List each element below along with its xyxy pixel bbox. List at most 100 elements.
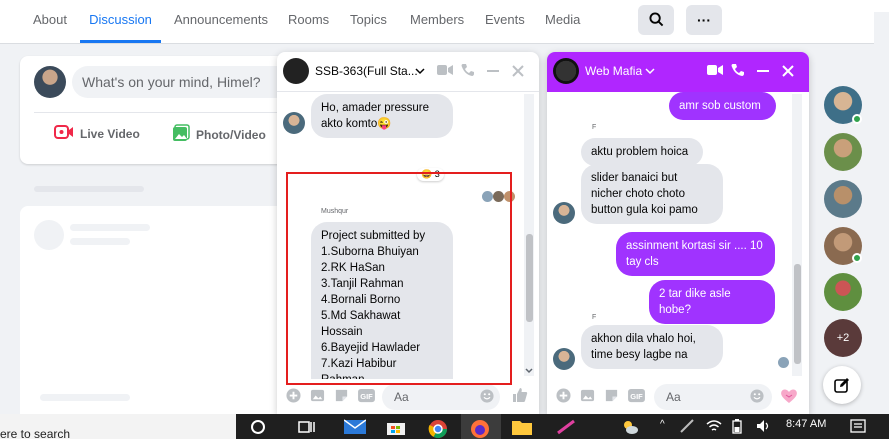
search-button[interactable] xyxy=(638,5,674,35)
live-video-button[interactable]: Live Video xyxy=(54,124,140,144)
page-scrollbar[interactable] xyxy=(874,12,889,412)
search-icon xyxy=(648,12,663,27)
scrollbar-thumb[interactable] xyxy=(794,264,801,364)
scroll-down-icon[interactable] xyxy=(525,368,533,374)
like-icon[interactable] xyxy=(512,387,528,403)
image-icon[interactable] xyxy=(580,388,595,403)
loading-line xyxy=(70,224,150,231)
battery-icon[interactable] xyxy=(732,419,742,434)
wifi-icon[interactable] xyxy=(706,419,722,433)
plus-icon[interactable] xyxy=(556,388,571,403)
seen-avatar xyxy=(778,357,789,368)
chat-title[interactable]: Web Mafia xyxy=(585,64,642,78)
more-chats-avatar[interactable]: +2 xyxy=(824,319,862,357)
minimize-icon[interactable] xyxy=(757,70,769,73)
heart-emoji-icon[interactable] xyxy=(780,388,798,404)
chat-head-avatar[interactable] xyxy=(824,133,862,171)
user-avatar[interactable] xyxy=(34,66,66,98)
group-avatar[interactable] xyxy=(283,58,309,84)
chat-title[interactable]: SSB-363(Full Sta... xyxy=(315,64,418,78)
chat-scrollbar[interactable] xyxy=(792,94,802,376)
online-indicator xyxy=(852,253,862,263)
firefox-icon[interactable] xyxy=(470,419,490,439)
scrollbar-thumb[interactable] xyxy=(526,234,533,322)
taskbar-clock[interactable]: 8:47 AM xyxy=(786,418,826,430)
live-video-label: Live Video xyxy=(80,127,140,141)
phone-icon[interactable] xyxy=(461,63,475,77)
sender-avatar[interactable] xyxy=(553,348,575,370)
file-explorer-icon[interactable] xyxy=(512,419,532,435)
chrome-icon[interactable] xyxy=(428,419,448,439)
tab-discussion[interactable]: Discussion xyxy=(80,0,161,43)
tab-about[interactable]: About xyxy=(33,0,67,43)
video-call-icon[interactable] xyxy=(707,63,723,77)
message-bubble[interactable]: Ho, amader pressure akto komto😜 xyxy=(311,94,453,138)
incoming-message[interactable]: aktu problem hoica xyxy=(581,138,703,166)
whats-on-your-mind-input[interactable]: What's on your mind, Himel? xyxy=(72,66,292,98)
group-top-nav: About Discussion Announcements Rooms Top… xyxy=(0,0,889,44)
post-composer: What's on your mind, Himel? Live Video P… xyxy=(20,56,298,164)
photo-video-button[interactable]: Photo/Video xyxy=(172,124,266,144)
tab-topics[interactable]: Topics xyxy=(350,0,387,43)
chat-header: SSB-363(Full Sta... xyxy=(277,52,539,92)
plus-icon[interactable] xyxy=(286,388,301,403)
tab-events[interactable]: Events xyxy=(485,0,525,43)
sender-avatar[interactable] xyxy=(283,112,305,134)
show-hidden-icons-icon[interactable]: ^ xyxy=(660,419,665,430)
weather-icon[interactable] xyxy=(622,419,638,435)
divider xyxy=(34,112,296,113)
minimize-icon[interactable] xyxy=(487,70,499,73)
outgoing-message[interactable]: assinment kortasi sir .... 10 tay cls xyxy=(616,232,775,276)
loading-post-card xyxy=(20,206,298,421)
chat-window-web-mafia: Web Mafia amr sob custom F aktu problem … xyxy=(547,52,809,414)
tab-announcements[interactable]: Announcements xyxy=(174,0,268,43)
chat-head-avatar[interactable] xyxy=(824,273,862,311)
emoji-icon[interactable] xyxy=(750,389,764,403)
chevron-down-icon[interactable] xyxy=(415,67,425,75)
tab-media[interactable]: Media xyxy=(545,0,580,43)
chat-scrollbar[interactable] xyxy=(524,94,534,376)
windows-taskbar: ere to search ^ 8:47 AM xyxy=(0,414,889,439)
message-list[interactable]: amr sob custom F aktu problem hoica slid… xyxy=(547,92,809,379)
volume-icon[interactable] xyxy=(756,419,772,433)
chat-head-avatar[interactable] xyxy=(824,180,862,218)
incoming-message[interactable]: akhon dila vhalo hoi, time besy lagbe na xyxy=(581,325,723,369)
video-call-icon[interactable] xyxy=(437,63,453,77)
svg-text:GIF: GIF xyxy=(360,392,373,401)
svg-text:GIF: GIF xyxy=(630,392,643,401)
gif-icon[interactable]: GIF xyxy=(628,388,645,403)
sender-avatar[interactable] xyxy=(553,202,575,224)
tab-members[interactable]: Members xyxy=(410,0,464,43)
phone-icon[interactable] xyxy=(731,63,745,77)
close-icon[interactable] xyxy=(782,65,794,77)
chat-header: Web Mafia xyxy=(547,52,809,92)
new-message-button[interactable] xyxy=(823,366,861,404)
outgoing-message[interactable]: amr sob custom xyxy=(669,92,776,120)
cortana-icon[interactable] xyxy=(250,419,266,435)
group-avatar[interactable] xyxy=(553,58,579,84)
sender-name: F xyxy=(592,314,597,321)
loading-placeholder xyxy=(34,186,144,192)
photo-icon xyxy=(172,124,190,148)
mail-icon[interactable] xyxy=(344,419,366,435)
gif-icon[interactable]: GIF xyxy=(358,388,375,403)
notification-icon[interactable] xyxy=(850,419,866,433)
outgoing-message[interactable]: 2 tar dike asle hobe? xyxy=(649,280,775,324)
loading-avatar xyxy=(34,220,64,250)
app-icon[interactable] xyxy=(680,419,694,433)
incoming-message[interactable]: slider banaici but nicher choto choto bu… xyxy=(581,164,723,224)
sticker-icon[interactable] xyxy=(604,388,619,403)
close-icon[interactable] xyxy=(512,65,524,77)
sticker-icon[interactable] xyxy=(334,388,349,403)
app-icon[interactable] xyxy=(556,419,576,435)
taskbar-search[interactable]: ere to search xyxy=(0,414,236,439)
emoji-icon[interactable] xyxy=(480,389,494,403)
task-view-icon[interactable] xyxy=(298,419,316,435)
chevron-down-icon[interactable] xyxy=(645,67,655,75)
image-icon[interactable] xyxy=(310,388,325,403)
more-options-button[interactable]: ··· xyxy=(686,5,722,35)
sender-name: F xyxy=(592,124,597,131)
tab-rooms[interactable]: Rooms xyxy=(288,0,329,43)
store-icon[interactable] xyxy=(386,419,406,435)
loading-line xyxy=(40,394,130,401)
